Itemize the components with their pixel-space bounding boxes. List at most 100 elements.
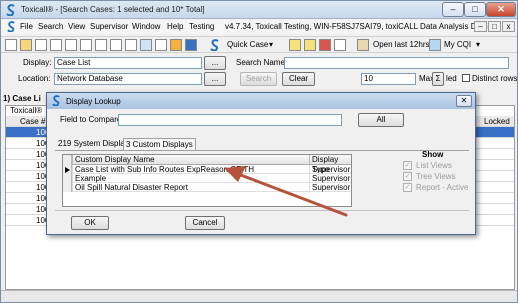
window-title: Toxicall® - [Search Cases: 1 selected an… [21,5,205,14]
menu-file[interactable]: File [20,22,33,31]
display-name-cell: Case List with Sub Info Routes ExpReason… [72,165,309,174]
smiley-icon-2[interactable] [304,39,316,51]
quick-case-dropdown-icon[interactable]: ▾ [269,40,273,49]
grid-icon[interactable] [140,39,152,51]
tab-system-displays[interactable]: 219 System Displays [58,138,133,150]
case-list-tab[interactable]: 1) Case Li [3,94,41,103]
my-cqi-dropdown-icon[interactable]: ▾ [476,40,480,49]
display-name-cell: Example [72,174,309,183]
display-label: Display: [23,58,52,67]
display-type-header[interactable]: Display Type [309,155,351,174]
smiley-icon[interactable] [289,39,301,51]
refresh-icon[interactable] [185,39,197,51]
display-field[interactable]: Case List [54,57,202,69]
open-last-button[interactable]: Open last 12hrs [373,40,429,49]
grid-header: Custom Display Name Display Type [63,155,351,174]
display-type-cell: Supervisor [309,165,351,174]
all-button[interactable]: All [358,113,404,127]
clock-icon[interactable] [170,39,182,51]
toxicall-label: Toxicall® [10,106,43,115]
grid-corner [63,155,72,165]
show-heading: Show [422,150,444,159]
max-rows-field[interactable]: 10 [361,73,416,85]
tree-views-checkbox[interactable]: ✓ [403,172,412,181]
tab-custom-displays[interactable]: 3 Custom Displays [123,138,196,150]
location-browse-button[interactable]: ... [204,72,226,86]
title-bar: Toxicall® - [Search Cases: 1 selected an… [1,1,517,19]
table-row[interactable]: Example Supervisor [63,174,351,183]
display-type-cell: Supervisor [309,174,351,183]
table-row[interactable]: Oil Spill Natural Disaster Report Superv… [63,183,351,192]
location-label: Location: [18,74,51,83]
sigma-button[interactable]: Σ [432,72,444,86]
tab-divider [55,150,469,151]
save-icon[interactable] [35,39,47,51]
menu-supervisor[interactable]: Supervisor [90,22,128,31]
display-browse-button[interactable]: ... [204,56,226,70]
my-cqi-icon[interactable] [429,39,441,51]
find-icon[interactable] [125,39,137,51]
distinct-checkbox[interactable] [462,74,470,82]
toolbar: Quick Case ▾ Open last 12hrs My CQI ▾ [1,36,517,53]
app-logo-icon [6,4,15,16]
dialog-separator [55,210,469,211]
print-icon[interactable] [65,39,77,51]
page-icon[interactable] [50,39,62,51]
dialog-title-bar: Display Lookup ✕ [47,93,475,109]
mdi-close-button[interactable]: x [502,21,515,32]
close-button[interactable]: ✕ [486,2,516,17]
clear-button[interactable]: Clear [282,72,315,86]
cut-icon[interactable] [110,39,122,51]
report-icon[interactable] [155,39,167,51]
distinct-label: Distinct rows on [472,74,518,83]
led-label: led [446,74,457,83]
menu-help[interactable]: Help [167,22,183,31]
quick-case-button[interactable]: Quick Case [227,40,268,49]
dialog-title: Display Lookup [66,97,121,106]
mdi-restore-button[interactable]: □ [488,21,501,32]
stop-icon[interactable] [319,39,331,51]
ok-button[interactable]: OK [71,216,109,230]
cancel-button[interactable]: Cancel [185,216,225,230]
paste-icon[interactable] [95,39,107,51]
tool-icon[interactable] [334,39,346,51]
report-active-checkbox[interactable]: ✓ [403,183,412,192]
open-folder-icon[interactable] [20,39,32,51]
locked-header[interactable]: Locked [484,116,510,127]
search-button[interactable]: Search [240,72,277,86]
copy-icon[interactable] [80,39,92,51]
table-row[interactable]: Case List with Sub Info Routes ExpReason… [63,165,351,174]
report-active-label: Report - Active [416,183,469,192]
minimize-button[interactable]: – [442,2,464,17]
menu-testing[interactable]: Testing [189,22,214,31]
field-to-compare-label: Field to Compare: [60,115,124,124]
row-pointer-icon [65,167,70,173]
menu-view[interactable]: View [68,22,85,31]
version-info: v4.7.34, Toxicall Testing, WIN-F58SJ7SAI… [225,22,493,31]
menu-window[interactable]: Window [132,22,160,31]
location-field[interactable]: Network Database [54,73,202,85]
case-number-header[interactable]: Case # [20,116,45,127]
display-lookup-dialog: Display Lookup ✕ Field to Compare: All 2… [46,92,476,235]
row-selector [63,183,72,192]
tree-views-label: Tree Views [416,172,456,181]
field-to-compare-input[interactable] [118,114,342,126]
search-name-label: Search Name: [236,58,288,67]
custom-display-name-header[interactable]: Custom Display Name [72,155,309,165]
app-menu-icon[interactable] [6,21,17,32]
dialog-logo-icon [52,95,60,106]
dialog-close-button[interactable]: ✕ [456,95,472,107]
list-views-label: List Views [416,161,452,170]
open-last-icon[interactable] [357,39,369,51]
menu-search[interactable]: Search [38,22,63,31]
row-selector [63,174,72,183]
display-name-cell: Oil Spill Natural Disaster Report [72,183,309,192]
list-views-checkbox[interactable]: ✓ [403,161,412,170]
search-name-field[interactable] [284,57,509,69]
status-bar [1,290,517,302]
my-cqi-button[interactable]: My CQI [444,40,471,49]
display-type-cell: Supervisor [309,183,351,192]
mdi-minimize-button[interactable]: – [474,21,487,32]
maximize-button[interactable]: □ [464,2,486,17]
new-icon[interactable] [5,39,17,51]
